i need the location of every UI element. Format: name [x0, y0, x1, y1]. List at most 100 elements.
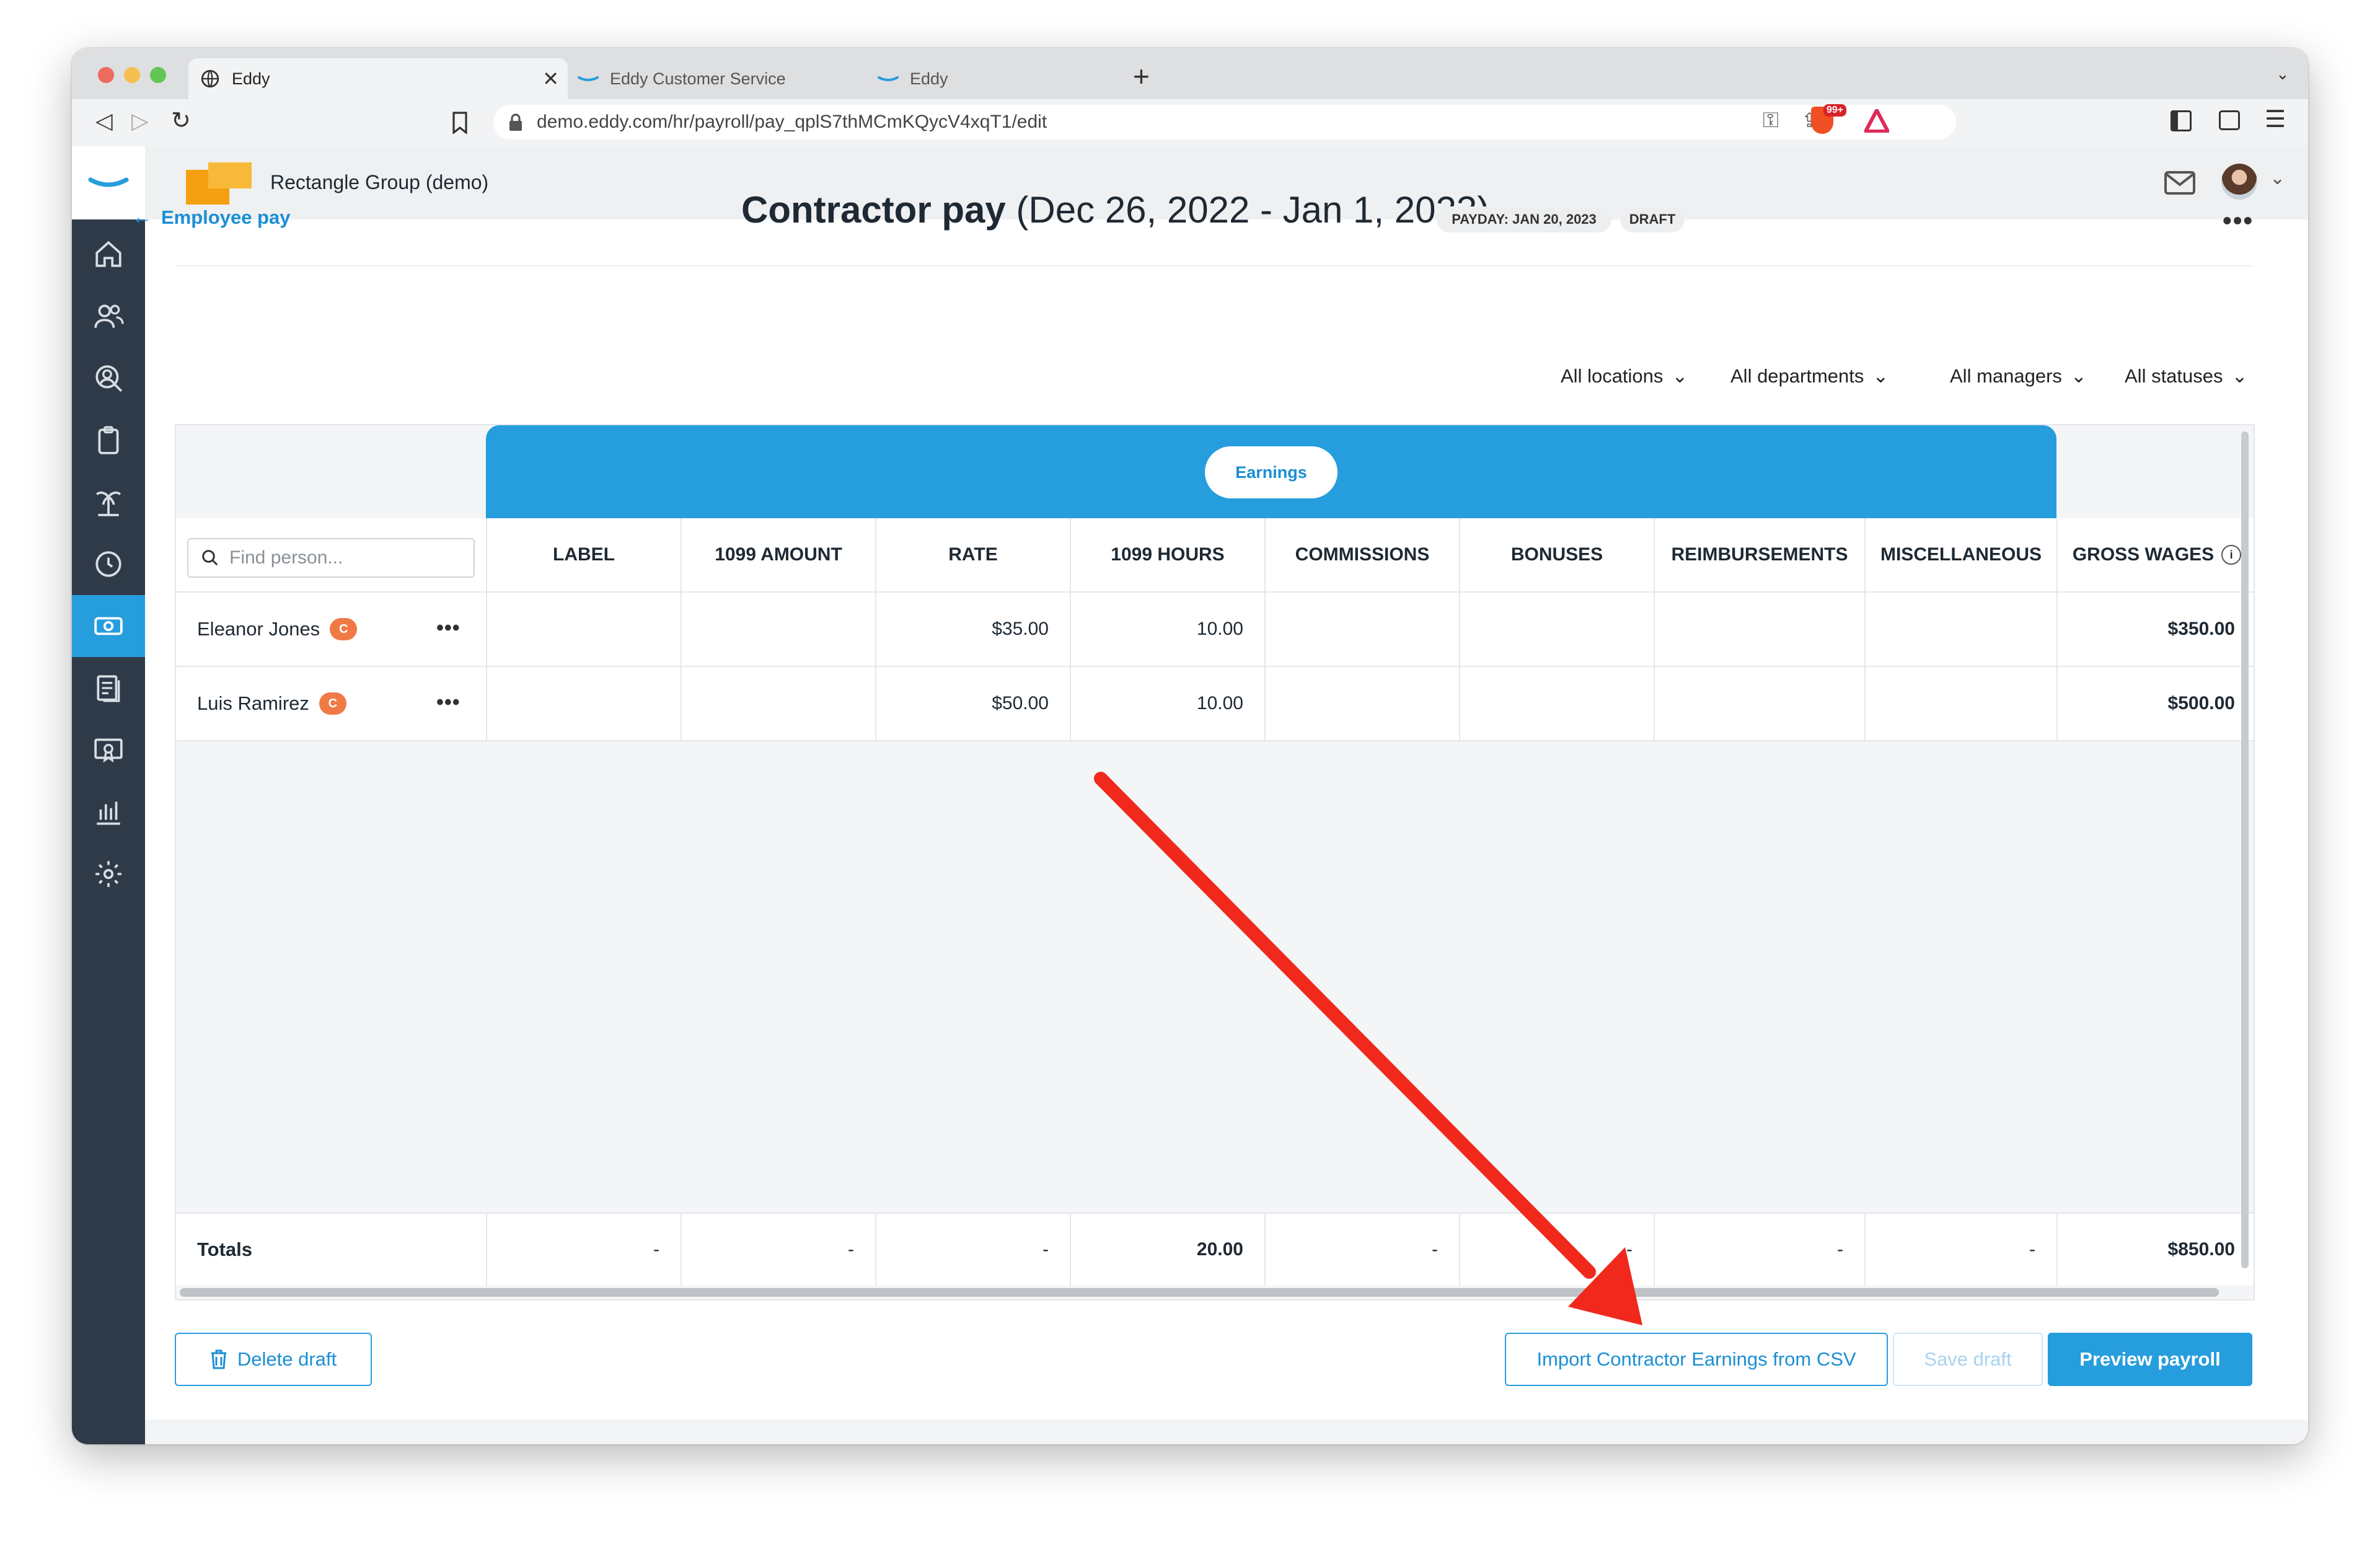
cell-label[interactable] [486, 667, 681, 740]
info-icon[interactable]: i [2221, 545, 2242, 565]
total-1099-amount: - [681, 1214, 875, 1286]
documents-icon [97, 675, 120, 702]
cell-label[interactable] [486, 593, 681, 666]
sidebar-item-documents[interactable] [72, 657, 145, 719]
total-miscellaneous: - [1864, 1214, 2056, 1286]
search-input[interactable] [228, 547, 466, 569]
row-more-menu-icon[interactable]: ••• [436, 616, 461, 640]
col-reimbursements[interactable]: REIMBURSEMENTS [1654, 518, 1864, 591]
sidebar [72, 146, 145, 1444]
filter-managers[interactable]: All managers ⌄ [1950, 365, 2087, 387]
tab-close-icon[interactable]: ✕ [542, 67, 559, 91]
cell-commissions[interactable] [1264, 593, 1459, 666]
cell-bonuses[interactable] [1459, 667, 1654, 740]
chevron-down-icon: ⌄ [2070, 365, 2087, 387]
col-commissions[interactable]: COMMISSIONS [1264, 518, 1459, 591]
tab-eddy[interactable]: Eddy [878, 58, 1175, 99]
reload-icon[interactable]: ↻ [171, 107, 191, 135]
col-rate[interactable]: RATE [875, 518, 1070, 591]
user-menu-chevron-icon[interactable]: ⌄ [2270, 167, 2285, 189]
payroll-icon [94, 617, 123, 635]
horizontal-scrollbar[interactable] [180, 1288, 2219, 1297]
minimize-window-button[interactable] [124, 67, 140, 83]
reports-icon [97, 801, 120, 825]
filter-label: All managers [1950, 365, 2062, 387]
total-label: - [486, 1214, 681, 1286]
col-1099-amount[interactable]: 1099 AMOUNT [681, 518, 875, 591]
cell-1099-amount[interactable] [681, 593, 875, 666]
earnings-group-header: Earnings [486, 425, 2056, 518]
filter-locations[interactable]: All locations ⌄ [1561, 365, 1688, 387]
filter-statuses[interactable]: All statuses ⌄ [2125, 365, 2248, 387]
col-gross-wages[interactable]: GROSS WAGES i [2056, 518, 2254, 591]
cell-1099-hours[interactable]: 10.00 [1070, 593, 1264, 666]
sidebar-item-hiring[interactable] [72, 347, 145, 409]
cell-reimbursements[interactable] [1654, 593, 1864, 666]
key-icon[interactable]: ⚿ [1763, 108, 1779, 133]
sidebar-item-training[interactable] [72, 719, 145, 781]
cell-rate[interactable]: $35.00 [875, 593, 1070, 666]
contractor-badge: C [319, 692, 346, 715]
forward-icon[interactable]: ▷ [131, 108, 149, 134]
earnings-tab[interactable]: Earnings [1205, 446, 1338, 498]
import-contractor-earnings-csv-button[interactable]: Import Contractor Earnings from CSV [1505, 1333, 1888, 1386]
bookmark-icon[interactable] [451, 112, 469, 134]
brave-rewards-icon[interactable] [1864, 109, 1889, 133]
zoom-window-button[interactable] [150, 67, 166, 83]
sidebar-item-time-off[interactable] [72, 471, 145, 533]
col-1099-hours[interactable]: 1099 HOURS [1070, 518, 1264, 591]
mail-icon[interactable] [2164, 171, 2195, 195]
save-draft-button[interactable]: Save draft [1893, 1333, 2043, 1386]
sidebar-toggle-icon[interactable] [2171, 110, 2192, 131]
col-label[interactable]: LABEL [486, 518, 681, 591]
person-name[interactable]: Eleanor Jones [197, 618, 320, 640]
sidebar-item-home[interactable] [72, 223, 145, 285]
filter-departments[interactable]: All departments ⌄ [1730, 365, 1889, 387]
cell-1099-hours[interactable]: 10.00 [1070, 667, 1264, 740]
vertical-scrollbar[interactable] [2241, 431, 2249, 1268]
settings-icon [95, 861, 121, 887]
extension-badge: 99+ [1823, 104, 1847, 117]
preview-payroll-button[interactable]: Preview payroll [2048, 1333, 2252, 1386]
total-1099-hours: 20.00 [1070, 1214, 1264, 1286]
user-avatar[interactable] [2221, 164, 2257, 200]
url-field[interactable]: demo.eddy.com/hr/payroll/pay_qplS7thMCmK… [493, 105, 1956, 139]
back-icon[interactable]: ◁ [95, 108, 113, 134]
back-to-employee-pay-link[interactable]: ← Employee pay [131, 205, 290, 229]
tab-eddy-customer-service[interactable]: Eddy Customer Service [578, 58, 875, 99]
menu-icon[interactable]: ☰ [2265, 105, 2286, 133]
delete-draft-button[interactable]: Delete draft [175, 1333, 372, 1386]
new-tab-icon[interactable]: + [1133, 60, 1150, 93]
person-name[interactable]: Luis Ramirez [197, 692, 309, 715]
row-more-menu-icon[interactable]: ••• [436, 691, 461, 715]
wallet-icon[interactable] [2219, 110, 2240, 130]
col-bonuses[interactable]: BONUSES [1459, 518, 1654, 591]
sidebar-item-time-tracking[interactable] [72, 533, 145, 595]
company-name[interactable]: Rectangle Group (demo) [270, 171, 488, 194]
person-cell: Eleanor Jones C ••• [176, 593, 486, 666]
sidebar-item-people[interactable] [72, 285, 145, 347]
cell-bonuses[interactable] [1459, 593, 1654, 666]
cell-commissions[interactable] [1264, 667, 1459, 740]
tab-list-chevron-icon[interactable]: ⌄ [2276, 64, 2290, 84]
cell-reimbursements[interactable] [1654, 667, 1864, 740]
cell-rate[interactable]: $50.00 [875, 667, 1070, 740]
sidebar-item-onboarding[interactable] [72, 409, 145, 471]
cell-1099-amount[interactable] [681, 667, 875, 740]
col-miscellaneous[interactable]: MISCELLANEOUS [1864, 518, 2056, 591]
sidebar-item-settings[interactable] [72, 843, 145, 905]
find-person-search[interactable] [187, 538, 475, 578]
close-window-button[interactable] [98, 67, 114, 83]
chevron-down-icon: ⌄ [1872, 365, 1889, 387]
cell-gross-wages: $500.00 [2056, 667, 2254, 740]
tab-eddy-active[interactable]: Eddy ✕ [188, 58, 568, 99]
url-text: demo.eddy.com/hr/payroll/pay_qplS7thMCmK… [537, 112, 1047, 132]
sidebar-item-reports[interactable] [72, 781, 145, 843]
clipboard-icon [98, 426, 119, 454]
sidebar-item-payroll[interactable] [72, 595, 145, 657]
tab-title: Eddy Customer Service [610, 69, 786, 88]
page-more-menu-icon[interactable]: ••• [2223, 206, 2254, 236]
delete-draft-label: Delete draft [237, 1348, 337, 1370]
cell-miscellaneous[interactable] [1864, 593, 2056, 666]
cell-miscellaneous[interactable] [1864, 667, 2056, 740]
